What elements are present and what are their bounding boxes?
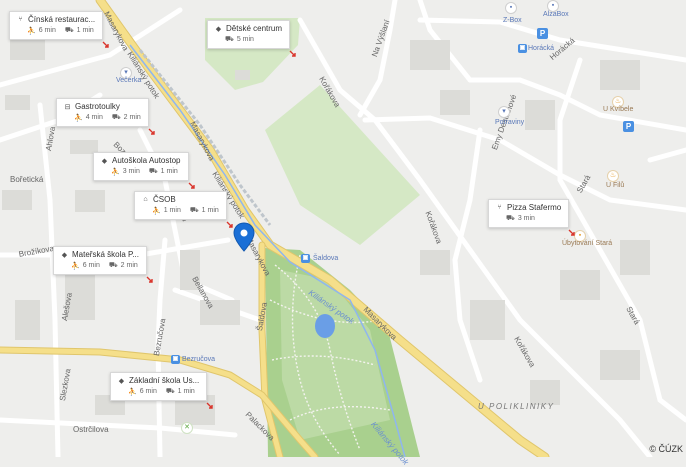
shopping-cart-icon: ⊟	[64, 103, 71, 111]
park-area	[265, 85, 420, 245]
service-icon: ⌂	[143, 196, 148, 203]
drive-time: 1 min	[201, 207, 219, 214]
card-pointer-icon	[289, 50, 296, 57]
shop-icon[interactable]: ▾	[498, 106, 510, 118]
bus-stop-icon[interactable]: ▣	[301, 254, 310, 263]
poi-label[interactable]: Šaldova	[313, 255, 338, 262]
drive-time: 1 min	[76, 27, 94, 34]
district-label: U POLIKLINIKY	[478, 402, 555, 411]
sports-icon[interactable]: ✕	[181, 422, 193, 434]
car-icon: ⛟	[506, 215, 515, 222]
drive-time: 3 min	[517, 215, 535, 222]
location-pin-icon[interactable]	[233, 222, 255, 252]
bus-stop-icon[interactable]: ▣	[171, 355, 180, 364]
car-icon: ⛟	[225, 36, 234, 43]
walking-icon: ⛹	[74, 114, 83, 122]
place-card-title: Čínská restaurac...	[28, 15, 96, 24]
walk-time: 6 min	[38, 27, 56, 34]
street-label: Bořetická	[10, 175, 44, 184]
map-attribution: © ČÚZK	[649, 444, 683, 454]
card-pointer-icon	[568, 229, 575, 236]
walking-icon: ⛹	[152, 207, 161, 215]
walk-time: 4 min	[85, 114, 103, 121]
drive-time: 5 min	[236, 36, 254, 43]
card-pointer-icon	[188, 182, 195, 189]
place-card[interactable]: ◆ Základní škola Us... ⛹ 6 min ⛟ 1 min	[110, 372, 208, 401]
restaurant-poi-icon[interactable]: ♨	[607, 170, 619, 182]
pond	[315, 314, 335, 338]
drive-time: 1 min	[160, 168, 178, 175]
place-card-title: Gastrotoulky	[75, 102, 120, 111]
graduation-cap-icon: ◆	[101, 157, 108, 165]
package-box-icon[interactable]: ▪	[505, 2, 517, 14]
car-icon: ⛟	[148, 168, 158, 175]
place-card[interactable]: ⑂ Čínská restaurac... ⛹ 6 min ⛟ 1 min	[9, 11, 104, 40]
place-card[interactable]: ◆ Mateřská škola P... ⛹ 6 min ⛟ 2 min	[53, 246, 147, 275]
poi-label[interactable]: Z-Box	[503, 17, 522, 24]
walking-icon: ⛹	[27, 27, 36, 35]
walk-time: 6 min	[139, 388, 157, 395]
poi-label[interactable]: Potraviny	[495, 119, 524, 126]
walk-time: 6 min	[82, 262, 100, 269]
poi-label[interactable]: AlzaBox	[543, 11, 569, 18]
walking-icon: ⛹	[71, 262, 80, 270]
walk-time: 3 min	[122, 168, 140, 175]
drive-time: 2 min	[120, 262, 138, 269]
car-icon: ⛟	[108, 262, 118, 269]
place-card-title: Dětské centrum	[226, 24, 283, 33]
card-pointer-icon	[146, 276, 153, 283]
place-card-title: ČSOB	[153, 195, 176, 204]
walk-time: 1 min	[163, 207, 181, 214]
walking-icon: ⛹	[128, 388, 137, 396]
card-pointer-icon	[148, 128, 155, 135]
bus-stop-icon[interactable]: ▣	[518, 44, 527, 53]
card-pointer-icon	[102, 41, 109, 48]
car-icon: ⛟	[165, 388, 175, 395]
place-card[interactable]: ◆ Dětské centrum ⛟ 5 min	[207, 20, 291, 49]
car-icon: ⛟	[64, 27, 74, 34]
parking-icon[interactable]: P	[623, 121, 634, 132]
poi-label[interactable]: U Kvíbele	[603, 106, 633, 113]
poi-label[interactable]: Bezručova	[182, 356, 215, 363]
place-card-title: Autoškola Autostop	[112, 156, 181, 165]
place-card[interactable]: ⑂ Pizza Stafermo ⛟ 3 min	[488, 199, 570, 228]
poi-label[interactable]: Horácká	[528, 45, 554, 52]
restaurant-icon: ⑂	[18, 16, 23, 23]
map-canvas[interactable]	[0, 0, 686, 457]
graduation-cap-icon: ◆	[118, 377, 125, 385]
graduation-cap-icon: ◆	[61, 251, 68, 259]
poi-label[interactable]: Úbytování Stará	[562, 240, 612, 247]
street-label: Ostrčilova	[73, 425, 109, 434]
place-card[interactable]: ◆ Autoškola Autostop ⛹ 3 min ⛟ 1 min	[93, 152, 189, 181]
car-icon: ⛟	[189, 207, 199, 214]
car-icon: ⛟	[111, 114, 121, 121]
drive-time: 2 min	[123, 114, 141, 121]
poi-label[interactable]: U Filů	[606, 182, 624, 189]
place-card-title: Základní škola Us...	[129, 376, 200, 385]
place-card[interactable]: ⊟ Gastrotoulky ⛹ 4 min ⛟ 2 min	[56, 98, 149, 127]
drive-time: 1 min	[177, 388, 195, 395]
card-pointer-icon	[206, 402, 213, 409]
walking-icon: ⛹	[111, 168, 120, 176]
place-card-title: Mateřská škola P...	[72, 250, 139, 259]
place-card[interactable]: ⌂ ČSOB ⛹ 1 min ⛟ 1 min	[134, 191, 227, 220]
park-area	[280, 270, 390, 440]
poi-label[interactable]: Večerka	[116, 77, 141, 84]
place-card-title: Pizza Stafermo	[507, 203, 562, 212]
parking-icon[interactable]: P	[537, 28, 548, 39]
graduation-cap-icon: ◆	[215, 25, 222, 33]
restaurant-icon: ⑂	[497, 204, 502, 211]
